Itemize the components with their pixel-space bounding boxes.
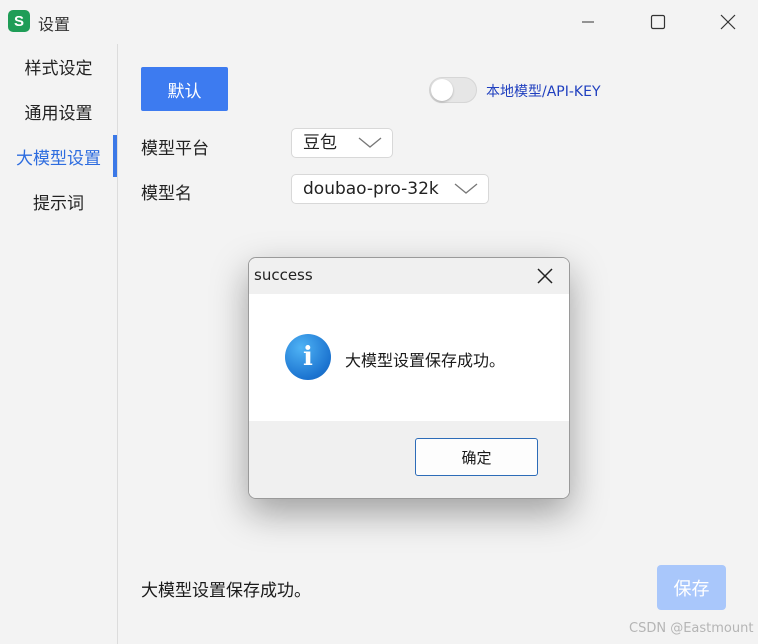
sidebar-item-general[interactable]: 通用设置 [0,94,117,134]
minimize-icon [582,21,594,23]
app-logo-icon: S [8,10,30,32]
ok-button[interactable]: 确定 [415,438,538,476]
settings-window: S 设置 样式设定 通用设置 大模型设置 提示词 默认 本地模型/API-KEY… [0,0,758,644]
model-name-label: 模型名 [141,184,192,204]
sidebar-item-prompts[interactable]: 提示词 [0,184,117,224]
title-bar: S 设置 [0,0,758,44]
sidebar-item-llm[interactable]: 大模型设置 [0,139,117,179]
info-icon: i [285,334,331,380]
dialog-message: 大模型设置保存成功。 [345,351,506,370]
platform-select[interactable]: 豆包 [291,128,393,158]
dialog-footer: 确定 [249,421,569,498]
watermark: CSDN @Eastmount [629,621,754,636]
minimize-button[interactable] [565,6,611,38]
sidebar: 样式设定 通用设置 大模型设置 提示词 [0,44,117,644]
default-button[interactable]: 默认 [141,67,228,111]
status-message: 大模型设置保存成功。 [141,581,311,601]
dialog-body: i 大模型设置保存成功。 [249,294,569,421]
model-name-value: doubao-pro-32k [303,179,439,199]
dialog-close-button[interactable] [531,263,559,289]
chevron-down-icon [358,137,382,148]
toggle-label: 本地模型/API-KEY [486,84,601,100]
dialog-title-bar: success [249,258,569,294]
sidebar-item-label: 大模型设置 [16,149,101,169]
platform-label: 模型平台 [141,139,209,159]
toggle-knob [431,79,453,101]
window-title: 设置 [38,15,71,34]
save-button[interactable]: 保存 [657,565,726,610]
model-name-select[interactable]: doubao-pro-32k [291,174,489,204]
close-icon [537,268,553,284]
dialog-title: success [254,266,313,284]
close-icon [720,14,736,30]
sidebar-item-style[interactable]: 样式设定 [0,49,117,89]
close-window-button[interactable] [705,6,751,38]
success-dialog: success i 大模型设置保存成功。 确定 [248,257,570,499]
maximize-button[interactable] [635,6,681,38]
local-model-toggle[interactable] [429,77,477,103]
platform-value: 豆包 [303,133,337,153]
maximize-icon [650,14,666,30]
chevron-down-icon [454,183,478,194]
